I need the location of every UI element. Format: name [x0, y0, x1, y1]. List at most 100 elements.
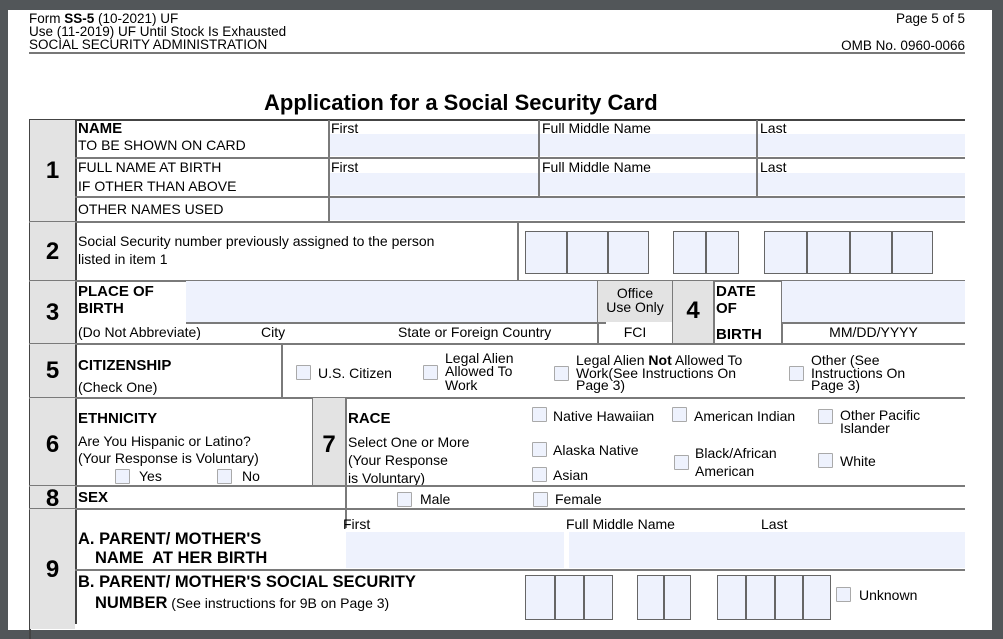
mother-ssn-unknown-checkbox[interactable]: [836, 587, 851, 602]
name-label: NAME: [78, 120, 123, 137]
birth-middle-input[interactable]: [540, 173, 756, 195]
native-hawaiian-checkbox[interactable]: [532, 407, 547, 422]
birth-first-input[interactable]: [330, 173, 538, 195]
ethnicity-voluntary: (Your Response is Voluntary): [78, 450, 259, 466]
mother-name-label-1: A. PARENT/ MOTHER'S: [78, 530, 262, 548]
other-pacific-label-2: Islander: [840, 420, 890, 436]
item-8-bottom-border: [29, 508, 965, 510]
dob-label-3: BIRTH: [716, 326, 762, 343]
other-names-label: OTHER NAMES USED: [78, 201, 224, 217]
place-of-birth-label-2: BIRTH: [78, 300, 124, 317]
other-pacific-islander-checkbox[interactable]: [818, 409, 833, 424]
legal-alien-allowed-line3: Work: [445, 377, 478, 393]
name-last-header: Last: [760, 120, 787, 136]
mother-ssn-unknown-label: Unknown: [859, 587, 918, 603]
city-label: City: [261, 324, 286, 340]
state-country-label: State or Foreign Country: [398, 324, 552, 340]
ethnicity-question: Are You Hispanic or Latino?: [78, 433, 251, 449]
item-1-bottom-border: [29, 221, 965, 223]
hispanic-yes-checkbox[interactable]: [115, 469, 130, 484]
name-first-header: First: [331, 120, 359, 136]
race-label: RACE: [348, 410, 391, 427]
hispanic-no-checkbox[interactable]: [217, 469, 232, 484]
mother-last-input[interactable]: [765, 532, 965, 568]
ethnicity-label: ETHNICITY: [78, 410, 158, 427]
place-of-birth-label-1: PLACE OF: [78, 283, 154, 300]
name-middle-header: Full Middle Name: [542, 120, 651, 136]
mother-last-header: Last: [761, 516, 788, 532]
legal-alien-not-allowed-checkbox[interactable]: [554, 366, 569, 381]
mother-name-label-2: NAME AT HER BIRTH: [95, 549, 268, 567]
ssn-group-input[interactable]: [673, 231, 739, 274]
female-checkbox[interactable]: [533, 492, 548, 507]
mother-ssn-serial-input[interactable]: [717, 575, 831, 620]
item-6-number: 6: [45, 431, 60, 458]
mother-ssn-instructions: (See instructions for 9B on Page 3): [167, 595, 390, 611]
male-checkbox[interactable]: [397, 492, 412, 507]
other-citizenship-line3: Page 3): [811, 377, 861, 393]
citizenship-label: CITIZENSHIP: [78, 357, 172, 374]
place-of-birth-input[interactable]: [186, 281, 601, 322]
hispanic-yes-label: Yes: [139, 468, 162, 484]
item-9-row-divider: [75, 569, 965, 571]
name-first-input[interactable]: [330, 134, 538, 156]
us-citizen-checkbox[interactable]: [296, 365, 311, 380]
office-use-line2: Use Only: [606, 299, 664, 315]
birth-first-header: First: [331, 159, 359, 175]
ssn-serial-input[interactable]: [764, 231, 933, 274]
birth-middle-header: Full Middle Name: [542, 159, 651, 175]
citizenship-sublabel: (Check One): [78, 379, 158, 395]
white-label: White: [840, 453, 876, 469]
black-african-american-label-2: American: [695, 463, 755, 479]
mother-middle-input[interactable]: [569, 532, 765, 568]
mother-first-input[interactable]: [346, 532, 564, 568]
omb-number: OMB No. 0960-0066: [841, 38, 965, 53]
birth-last-input[interactable]: [758, 173, 965, 195]
agency-name: SOCIAL SECURITY ADMINISTRATION: [29, 37, 268, 52]
item-2-label-line2: listed in item 1: [78, 251, 168, 267]
other-citizenship-checkbox[interactable]: [789, 366, 804, 381]
american-indian-label: American Indian: [694, 408, 796, 424]
item-2-number: 2: [45, 238, 60, 265]
race-sub1: Select One or More: [348, 434, 470, 450]
mother-middle-header: Full Middle Name: [566, 516, 675, 532]
table-top-border: [29, 119, 965, 121]
alaska-native-checkbox[interactable]: [532, 442, 547, 457]
us-citizen-label: U.S. Citizen: [318, 365, 392, 381]
item-4-number-divider: [713, 281, 715, 343]
do-not-abbreviate-note: (Do Not Abbreviate): [78, 324, 201, 340]
mother-ssn-label-2: NUMBER (See instructions for 9B on Page …: [95, 594, 389, 613]
birth-name-label: FULL NAME AT BIRTH: [78, 159, 222, 175]
number-label: NUMBER: [95, 594, 168, 612]
mother-ssn-group-input[interactable]: [637, 575, 691, 620]
other-names-input[interactable]: [330, 198, 965, 220]
mother-ssn-area-input[interactable]: [525, 575, 613, 620]
american-indian-checkbox[interactable]: [672, 407, 687, 422]
mother-first-header: First: [343, 516, 371, 532]
item-3-number: 3: [45, 299, 60, 326]
race-sub3: is Voluntary): [348, 470, 426, 486]
black-african-american-checkbox[interactable]: [674, 455, 689, 470]
item-2-divider: [517, 222, 519, 280]
race-sub2: (Your Response: [348, 452, 448, 468]
birth-name-sublabel: IF OTHER THAN ABOVE: [78, 178, 237, 194]
male-label: Male: [420, 491, 451, 507]
white-checkbox[interactable]: [818, 453, 833, 468]
alaska-native-label: Alaska Native: [553, 442, 639, 458]
legal-alien-not-allowed-line3: Page 3): [576, 377, 626, 393]
fci-label: FCI: [623, 324, 647, 340]
dob-label-2: OF: [716, 300, 737, 317]
date-of-birth-input[interactable]: [782, 281, 965, 322]
dob-label-1: DATE: [716, 283, 756, 300]
asian-label: Asian: [553, 467, 589, 483]
item-2-label-line1: Social Security number previously assign…: [78, 233, 435, 249]
form-page: Form SS-5 (10-2021) UF Use (11-2019) UF …: [8, 10, 992, 639]
name-middle-input[interactable]: [540, 134, 756, 156]
sex-label: SEX: [78, 489, 109, 506]
page-title: Application for a Social Security Card: [264, 90, 658, 115]
asian-checkbox[interactable]: [532, 467, 547, 482]
ssn-area-input[interactable]: [525, 231, 649, 274]
dob-format-label: MM/DD/YYYY: [829, 324, 918, 340]
legal-alien-allowed-checkbox[interactable]: [423, 365, 438, 380]
name-last-input[interactable]: [758, 134, 965, 156]
